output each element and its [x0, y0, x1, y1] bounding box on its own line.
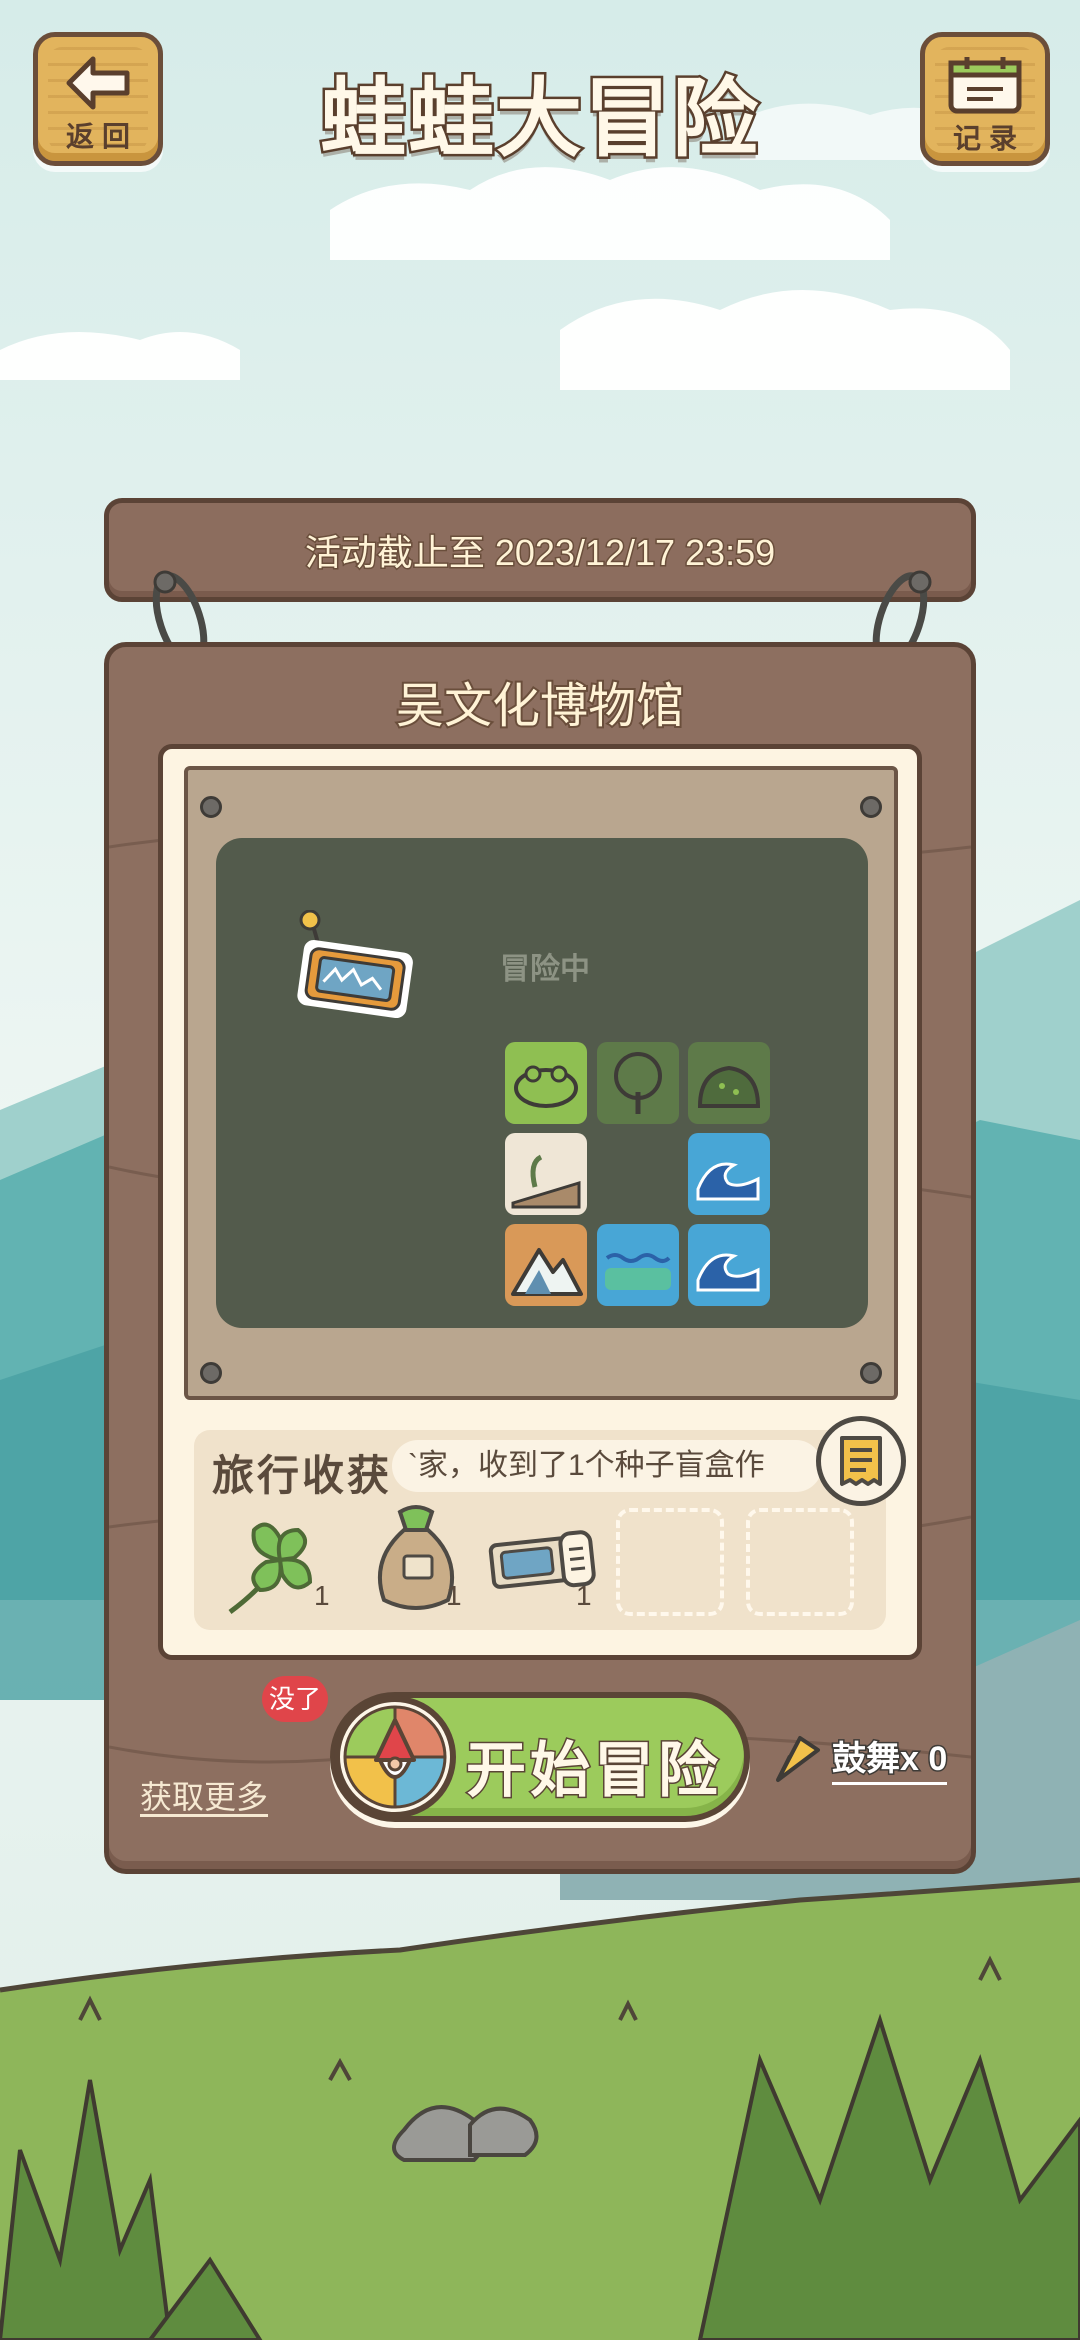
record-label: 记录: [952, 123, 1025, 154]
back-button[interactable]: 返回: [33, 32, 163, 166]
get-more-link[interactable]: 获取更多: [140, 1772, 268, 1818]
map-tile-wave: [688, 1224, 770, 1306]
cheer-counter[interactable]: 鼓舞x 0: [770, 1728, 949, 1788]
loot-count: 1: [576, 1580, 592, 1611]
record-button[interactable]: 记录: [920, 32, 1050, 166]
loot-count: 1: [314, 1580, 330, 1611]
log-button[interactable]: [816, 1416, 906, 1506]
loot-title: 旅行收获: [212, 1452, 393, 1499]
loot-log-text: `家，收到了1个种子盲盒作: [392, 1440, 822, 1492]
start-adventure-label: 开始冒险: [465, 1736, 722, 1806]
cheer-count-label: 鼓舞x 0: [830, 1731, 949, 1785]
museum-sign-icon: [297, 910, 413, 1019]
screw-icon: [860, 796, 882, 818]
map-tile-path: [505, 1133, 587, 1215]
calendar-icon: [948, 57, 1022, 114]
empty-loot-slot: [746, 1508, 854, 1616]
screw-icon: [200, 1362, 222, 1384]
map-tile-bush: [688, 1042, 770, 1124]
adventure-status: 冒险中: [500, 953, 590, 986]
map-tile-tree: [597, 1042, 679, 1124]
back-label: 返回: [65, 121, 138, 152]
map-tile-mountain: [505, 1224, 587, 1306]
map-tile-wave: [688, 1133, 770, 1215]
screw-icon: [200, 796, 222, 818]
receipt-icon: [840, 1436, 882, 1486]
empty-badge: 没了: [262, 1676, 328, 1722]
map-tile-water: [597, 1224, 679, 1306]
arrow-left-icon: [66, 56, 130, 110]
gnome-wheel-icon: [334, 1696, 456, 1818]
page-title: 蛙蛙大冒险: [318, 69, 761, 170]
empty-loot-slot: [616, 1508, 724, 1616]
loot-count: 1: [446, 1580, 462, 1611]
cheer-flag-icon: [776, 1736, 820, 1782]
screw-icon: [860, 1362, 882, 1384]
location-title: 吴文化博物馆: [394, 678, 686, 735]
map-tile-frog: [505, 1042, 587, 1124]
